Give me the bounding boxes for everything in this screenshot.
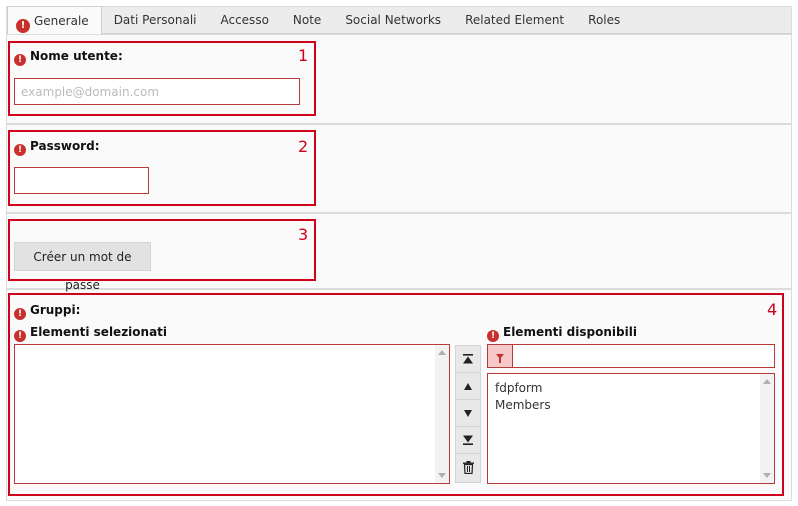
- tab-social-networks[interactable]: Social Networks: [333, 7, 453, 34]
- tab-label: Generale: [34, 14, 89, 28]
- annotation-box-1: [8, 41, 316, 116]
- annotation-number-4: 4: [767, 300, 778, 319]
- annotation-number-2: 2: [298, 137, 309, 156]
- annotation-number-1: 1: [298, 46, 309, 65]
- tab-dati-personali[interactable]: Dati Personali: [102, 7, 209, 34]
- annotation-box-4: [8, 293, 784, 496]
- tab-bar: ! Generale Dati Personali Accesso Note So…: [6, 6, 792, 35]
- tab-related-element[interactable]: Related Element: [453, 7, 576, 34]
- tab-roles[interactable]: Roles: [576, 7, 632, 34]
- annotation-box-2: [8, 130, 316, 206]
- annotation-number-3: 3: [298, 225, 309, 244]
- tab-note[interactable]: Note: [281, 7, 333, 34]
- tab-accesso[interactable]: Accesso: [208, 7, 280, 34]
- tab-generale[interactable]: ! Generale: [7, 6, 102, 35]
- annotation-box-3: [8, 219, 316, 281]
- error-icon: !: [16, 19, 30, 33]
